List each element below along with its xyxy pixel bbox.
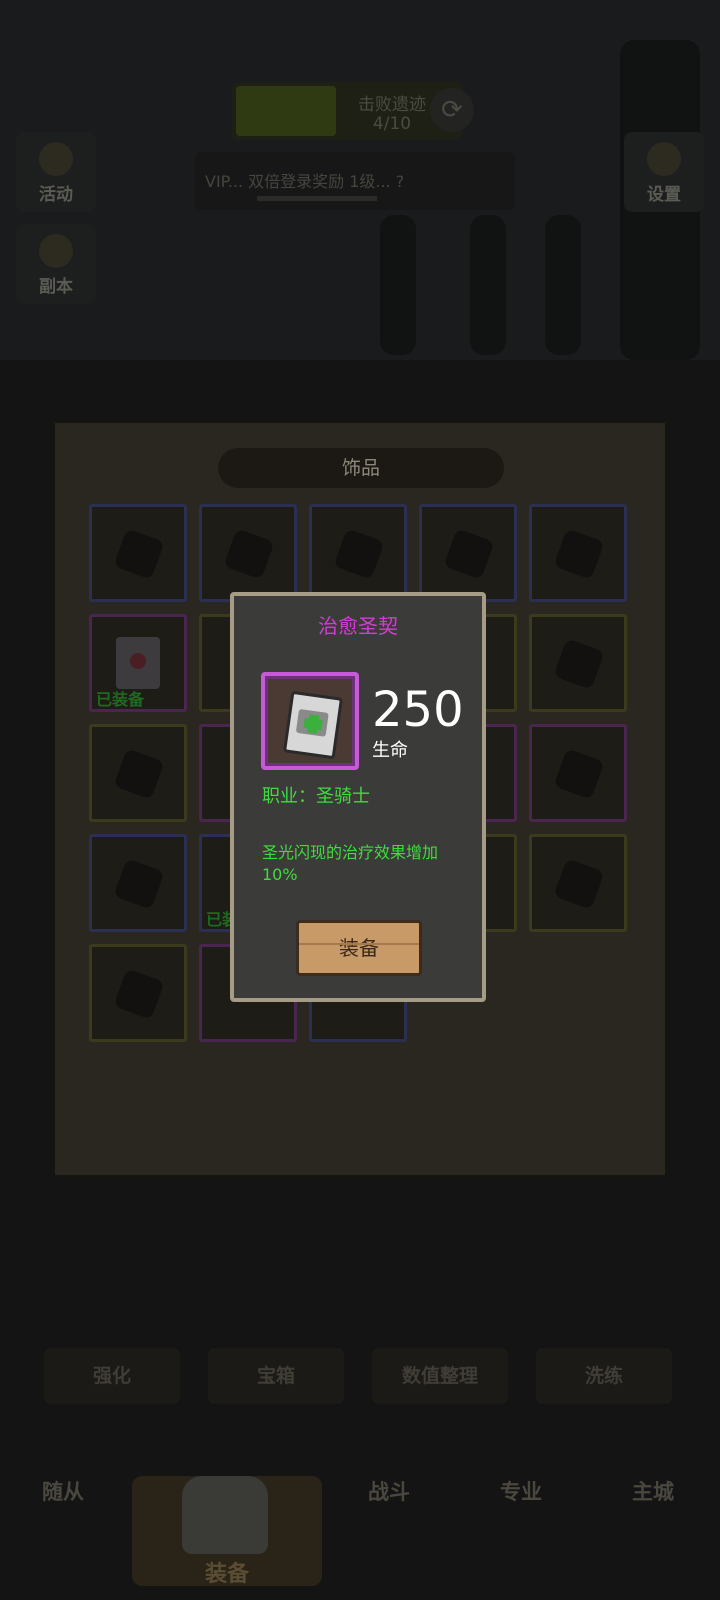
pillar <box>470 215 506 355</box>
activity-button[interactable]: 活动 <box>16 132 96 212</box>
ticker-text: VIP... 双倍登录奖励 1级... ? <box>205 172 405 191</box>
dungeon-button[interactable]: 副本 <box>16 224 96 304</box>
nav-city[interactable]: 主城 <box>632 1476 674 1506</box>
equip-button[interactable]: 装备 <box>296 920 422 976</box>
refresh-icon[interactable]: ⟳ <box>430 88 474 132</box>
door-icon <box>39 234 73 268</box>
nav-skills[interactable]: 专业 <box>500 1476 542 1506</box>
ticker-bar <box>257 196 377 201</box>
ring-icon <box>113 528 165 580</box>
pillar <box>380 215 416 355</box>
tome-icon <box>553 528 605 580</box>
tab-refine[interactable]: 洗练 <box>536 1348 672 1404</box>
holy-book-icon <box>116 637 160 689</box>
settings-button[interactable]: 设置 <box>624 132 704 212</box>
settings-label: 设置 <box>647 185 681 205</box>
armor-icon <box>182 1476 268 1554</box>
activity-label: 活动 <box>39 185 73 205</box>
nav-followers[interactable]: 随从 <box>42 1476 84 1506</box>
ring-icon <box>113 968 165 1020</box>
item-icon-frame <box>261 672 359 770</box>
tab-sort[interactable]: 数值整理 <box>372 1348 508 1404</box>
inventory-slot[interactable] <box>199 504 297 602</box>
nav-battle[interactable]: 战斗 <box>368 1476 410 1506</box>
nav-equipment[interactable]: 装备 <box>132 1476 322 1587</box>
bottom-action-tabs: 强化 宝箱 数值整理 洗练 <box>0 1348 720 1418</box>
inventory-slot[interactable] <box>89 944 187 1042</box>
star-icon <box>39 142 73 176</box>
stat-label: 生命 <box>372 740 408 761</box>
inventory-slot[interactable] <box>89 834 187 932</box>
tome-icon <box>333 528 385 580</box>
tome-icon <box>443 528 495 580</box>
quest-banner[interactable]: 击败遗迹 4/10 <box>232 82 462 140</box>
inventory-slot[interactable] <box>419 504 517 602</box>
gear-icon <box>647 142 681 176</box>
holy-book-icon <box>282 690 344 760</box>
tab-enhance[interactable]: 强化 <box>44 1348 180 1404</box>
ring-icon <box>553 858 605 910</box>
inventory-slot[interactable] <box>529 504 627 602</box>
tome-icon <box>553 748 605 800</box>
item-name: 治愈圣契 <box>318 614 398 638</box>
nav-equipment-label: 装备 <box>204 1562 249 1587</box>
equipped-label: 已装备 <box>96 690 145 709</box>
ring-icon <box>223 528 275 580</box>
stat-value: 250 <box>372 682 464 738</box>
inventory-slot[interactable] <box>529 614 627 712</box>
class-requirement: 职业：圣骑士 <box>262 786 370 807</box>
inventory-slot[interactable] <box>309 504 407 602</box>
item-effect: 圣光闪现的治疗效果增加10% <box>262 843 439 884</box>
ticker-banner: VIP... 双倍登录奖励 1级... ? <box>195 152 515 210</box>
dungeon-label: 副本 <box>39 277 73 297</box>
ring-icon <box>113 748 165 800</box>
tome-icon <box>113 858 165 910</box>
totem-icon <box>553 638 605 690</box>
bottom-nav: 随从 战斗 专业 主城 <box>0 1440 720 1600</box>
inventory-slot[interactable] <box>89 504 187 602</box>
pillar <box>545 215 581 355</box>
quest-progress-bar <box>236 86 336 136</box>
inventory-slot[interactable] <box>89 724 187 822</box>
tab-chest[interactable]: 宝箱 <box>208 1348 344 1404</box>
inventory-slot[interactable] <box>529 834 627 932</box>
panel-title: 饰品 <box>218 448 504 488</box>
inventory-slot[interactable] <box>529 724 627 822</box>
